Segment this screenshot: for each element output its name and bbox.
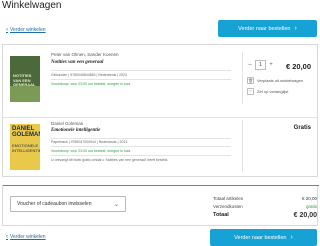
checkout-button-bottom[interactable]: Verder naar bestellen › bbox=[210, 229, 317, 246]
item-meta: Gebonden | 9789045844863 | Nederlands | … bbox=[51, 73, 127, 77]
cart-item-row: DANIEL GOLEMAN EMOTIONELE INTELLIGENTIE … bbox=[3, 117, 317, 176]
total-label: Totaal bbox=[213, 212, 229, 218]
book-cover-image[interactable]: NOTITIES VAN EEN GENERAAL bbox=[10, 56, 40, 102]
item-price: € 20,00 bbox=[285, 62, 311, 71]
item-availability: Voorinkoop: voor 23:00 uur besteld, morg… bbox=[51, 149, 131, 153]
item-price: Gratis bbox=[293, 125, 311, 131]
arrow-right-icon: › bbox=[290, 234, 293, 241]
checkout-button-top[interactable]: Verder naar bestellen › bbox=[218, 20, 317, 37]
continue-shopping-label: Verder winkelen bbox=[10, 27, 46, 33]
shipping-value: gratis bbox=[305, 204, 317, 209]
heart-icon: ♡ bbox=[247, 88, 254, 95]
item-divider bbox=[51, 138, 231, 139]
chevron-left-icon: ‹ bbox=[6, 234, 8, 240]
item-column-separator bbox=[242, 52, 243, 104]
item-column-separator bbox=[242, 120, 243, 172]
shipping-label: Verzendkosten bbox=[213, 204, 243, 209]
page-title: Winkelwagen bbox=[2, 0, 62, 11]
subtotal-row: Totaal artikelen € 20,00 bbox=[213, 196, 317, 201]
cover-title-text: EMOTIONELE INTELLIGENTIE bbox=[12, 143, 40, 153]
continue-shopping-link-top[interactable]: ‹ Verder winkelen bbox=[6, 27, 46, 33]
item-title[interactable]: Notities van een generaal bbox=[51, 60, 103, 65]
continue-shopping-link-bottom[interactable]: ‹ Verder winkelen bbox=[6, 234, 46, 240]
quantity-decrease-button[interactable]: – bbox=[247, 62, 253, 68]
quantity-stepper[interactable]: – 1 + bbox=[247, 60, 274, 70]
quantity-input[interactable]: 1 bbox=[255, 60, 266, 70]
book-cover-image[interactable]: DANIEL GOLEMAN EMOTIONELE INTELLIGENTIE bbox=[10, 124, 40, 170]
item-meta: Paperback | 9789047000944 | Nederlands |… bbox=[51, 140, 128, 144]
cart-item-row: NOTITIES VAN EEN GENERAAL Peter van Olme… bbox=[3, 50, 317, 109]
remove-item-label: Verplaats uit winkelwagen bbox=[257, 78, 304, 83]
chevron-down-icon: ⌄ bbox=[113, 201, 119, 208]
voucher-select-label: Voucher of cadeaubon inwisselen bbox=[17, 201, 92, 207]
voucher-select[interactable]: Voucher of cadeaubon inwisselen ⌄ bbox=[10, 196, 126, 212]
cover-author-text: DANIEL GOLEMAN bbox=[12, 126, 40, 138]
item-divider bbox=[51, 146, 231, 147]
add-to-wishlist-button[interactable]: ♡ Zet op verlanglijst bbox=[247, 88, 288, 95]
cart-items-panel: NOTITIES VAN EEN GENERAAL Peter van Olme… bbox=[2, 44, 318, 177]
item-author[interactable]: Peter van Olmen, Sander Koenen bbox=[51, 52, 119, 57]
remove-item-button[interactable]: 🗑 Verplaats uit winkelwagen bbox=[247, 77, 303, 84]
cover-band bbox=[10, 86, 40, 102]
quantity-increase-button[interactable]: + bbox=[268, 62, 274, 68]
checkout-label: Verder naar bestellen bbox=[238, 25, 291, 32]
shipping-row: Verzendkosten gratis bbox=[213, 204, 317, 209]
item-divider bbox=[51, 70, 231, 71]
item-divider bbox=[51, 155, 231, 156]
item-divider bbox=[51, 79, 231, 80]
add-to-wishlist-label: Zet op verlanglijst bbox=[257, 89, 289, 94]
subtotal-label: Totaal artikelen bbox=[213, 196, 244, 201]
continue-shopping-label: Verder winkelen bbox=[10, 234, 46, 240]
subtotal-value: € 20,00 bbox=[301, 196, 317, 201]
order-summary-panel: Voucher of cadeaubon inwisselen ⌄ Totaal… bbox=[2, 185, 319, 226]
total-value: € 20,00 bbox=[293, 212, 317, 219]
free-item-note: U ontvangt dit boek gratis omdat u 'Noti… bbox=[51, 158, 169, 162]
item-availability: Voorinkoop: voor 23:00 uur besteld, morg… bbox=[51, 82, 131, 86]
chevron-left-icon: ‹ bbox=[6, 27, 8, 33]
item-author[interactable]: Daniel Goleman bbox=[51, 121, 83, 126]
total-row: Totaal € 20,00 bbox=[213, 212, 317, 219]
checkout-label: Verder naar bestellen bbox=[234, 234, 287, 241]
arrow-right-icon: › bbox=[294, 25, 297, 32]
trash-icon: 🗑 bbox=[247, 77, 254, 84]
accent-line bbox=[3, 185, 319, 186]
item-title[interactable]: Emotionele intelligentie bbox=[51, 128, 100, 133]
